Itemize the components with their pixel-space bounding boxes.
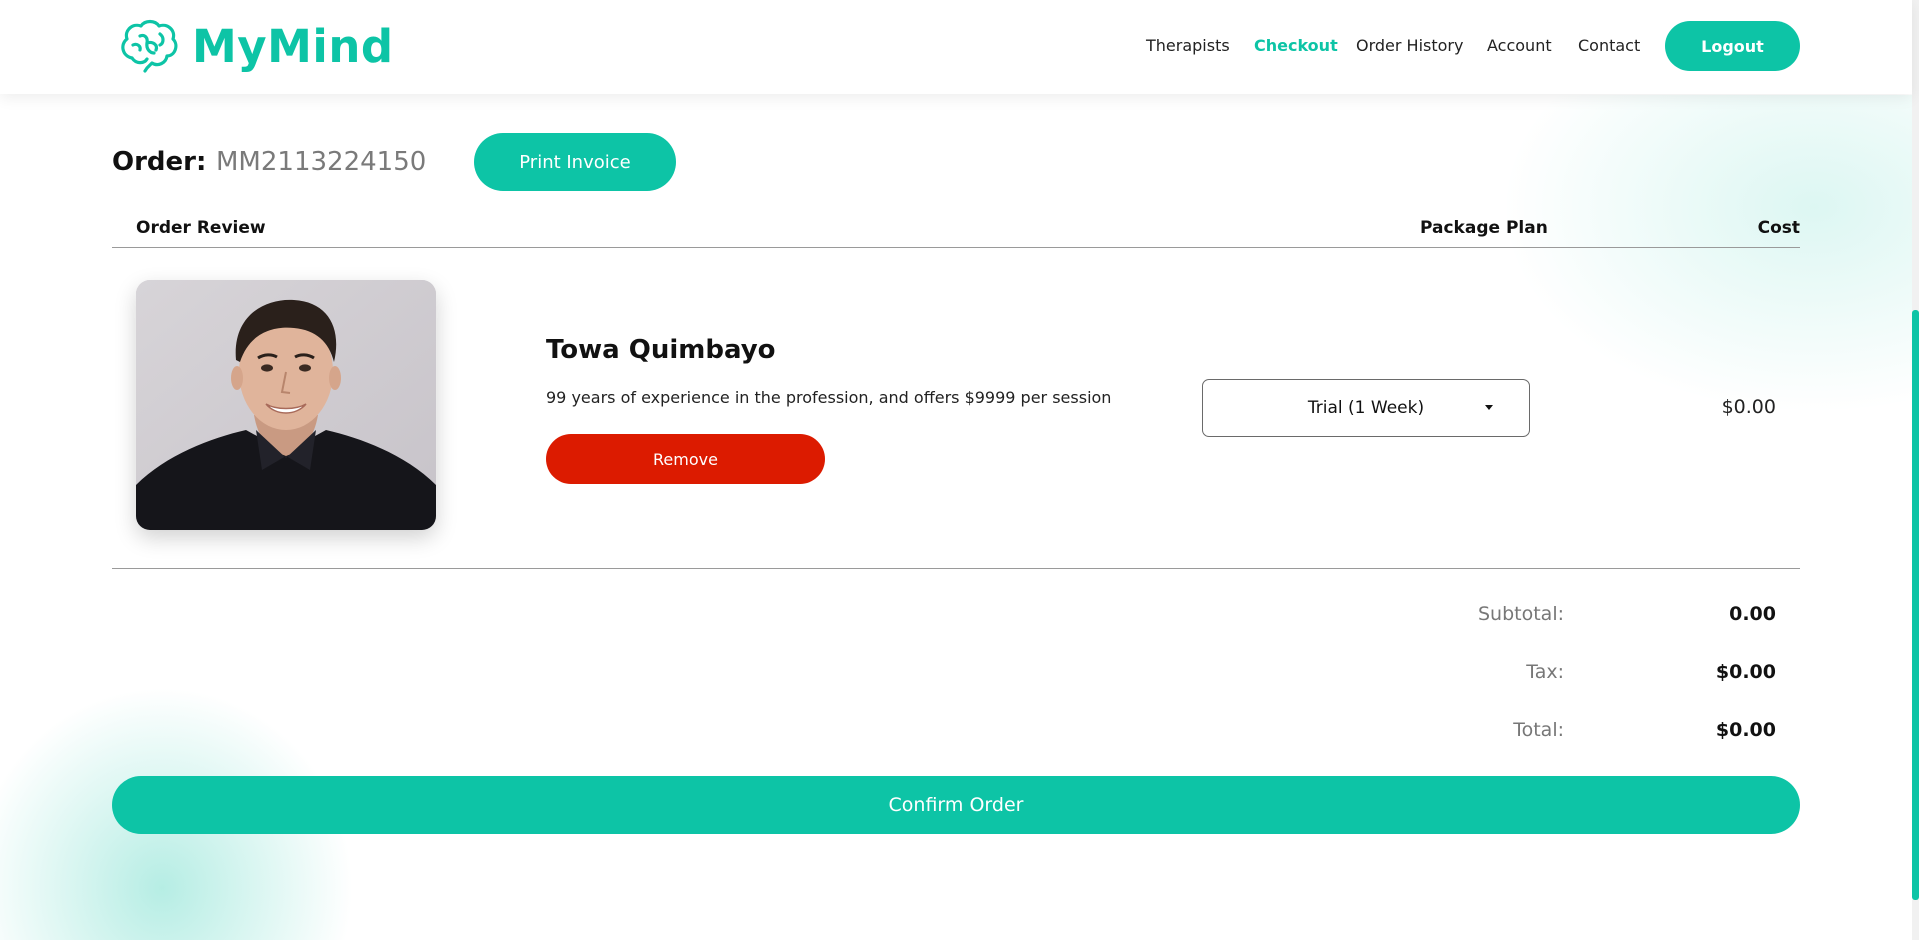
column-header-cost: Cost: [1757, 218, 1800, 238]
caret-down-icon: [1485, 405, 1493, 410]
background-glow-top-right: [1499, 95, 1919, 415]
nav-item-account[interactable]: Account: [1487, 36, 1552, 55]
items-divider: [112, 568, 1800, 569]
nav-item-therapists[interactable]: Therapists: [1146, 36, 1230, 55]
therapist-description: 99 years of experience in the profession…: [546, 388, 1112, 407]
nav-item-contact[interactable]: Contact: [1578, 36, 1640, 55]
therapist-photo: [136, 280, 436, 530]
item-cost: $0.00: [1721, 396, 1776, 418]
therapist-name: Towa Quimbayo: [546, 335, 776, 365]
scrollbar-track[interactable]: [1912, 0, 1919, 940]
nav-item-order-history[interactable]: Order History: [1356, 36, 1463, 55]
main-nav: Therapists Checkout Order History Accoun…: [0, 0, 1912, 94]
total-value: $0.00: [1715, 719, 1776, 741]
column-header-order-review: Order Review: [136, 218, 266, 238]
order-id: MM2113224150: [216, 147, 427, 177]
logout-button[interactable]: Logout: [1665, 21, 1800, 71]
subtotal-label: Subtotal:: [1477, 603, 1564, 625]
scrollbar-thumb[interactable]: [1912, 310, 1919, 900]
tax-label: Tax:: [1526, 661, 1564, 683]
site-header: MyMind Therapists Checkout Order History…: [0, 0, 1912, 94]
therapist-portrait-icon: [136, 280, 436, 530]
header-divider: [112, 247, 1800, 248]
print-invoice-button[interactable]: Print Invoice: [474, 133, 676, 191]
tax-value: $0.00: [1715, 661, 1776, 683]
package-plan-select[interactable]: Trial (1 Week): [1202, 379, 1530, 437]
total-label: Total:: [1513, 719, 1564, 741]
column-header-package-plan: Package Plan: [1420, 218, 1548, 238]
confirm-order-button[interactable]: Confirm Order: [112, 776, 1800, 834]
subtotal-value: 0.00: [1729, 603, 1776, 625]
remove-button[interactable]: Remove: [546, 434, 825, 484]
nav-item-checkout[interactable]: Checkout: [1254, 36, 1338, 55]
order-label: Order:: [112, 147, 207, 177]
package-plan-selected-value: Trial (1 Week): [1307, 398, 1425, 418]
